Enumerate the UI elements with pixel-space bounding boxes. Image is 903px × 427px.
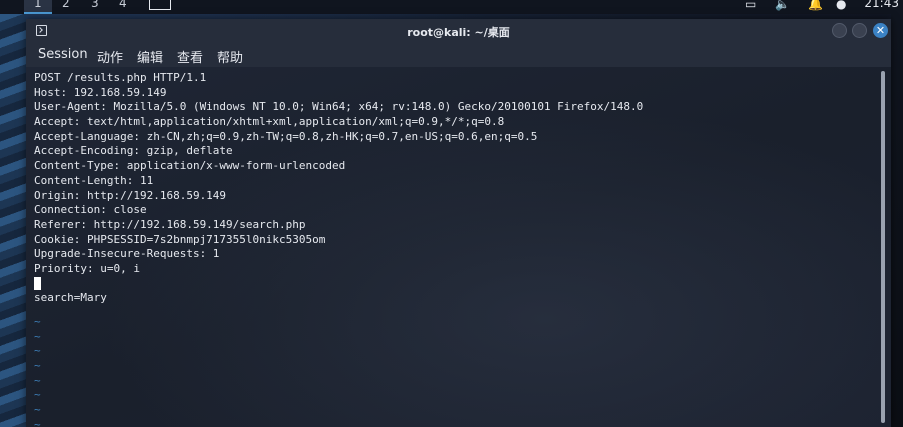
terminal-line: Connection: close	[34, 203, 147, 217]
text-cursor	[34, 277, 41, 291]
terminal-text: POST /results.php HTTP/1.1 Host: 192.168…	[34, 71, 643, 306]
tilde-marker: ~	[34, 417, 41, 427]
workspace-1[interactable]: 1	[34, 0, 42, 10]
tilde-marker: ~	[34, 388, 41, 402]
menu-session[interactable]: Session	[38, 47, 88, 62]
power-icon[interactable]: ●	[836, 0, 846, 11]
terminal-line: Content-Length: 11	[34, 173, 154, 187]
terminal-window: root@kali: ~/桌面 ✕ Session 动作 编辑 查看 帮助 PO…	[26, 19, 891, 427]
tilde-marker: ~	[34, 315, 41, 328]
terminal-line: Upgrade-Insecure-Requests: 1	[34, 247, 220, 261]
terminal-line: Cookie: PHPSESSID=7s2bnmpj717355l0nikc53…	[34, 232, 326, 246]
terminal-line: POST /results.php HTTP/1.1	[34, 71, 207, 84]
maximize-button[interactable]	[852, 23, 867, 38]
volume-icon[interactable]: 🔈	[775, 0, 790, 11]
clock[interactable]: 21:43	[864, 0, 899, 10]
terminal-line: Host: 192.168.59.149	[34, 85, 167, 99]
taskbar-window-icon[interactable]	[149, 0, 171, 10]
window-titlebar[interactable]: root@kali: ~/桌面 ✕	[26, 19, 891, 43]
minimize-button[interactable]	[832, 23, 847, 38]
menu-view[interactable]: 查看	[177, 47, 203, 66]
terminal-line: Accept-Language: zh-CN,zh;q=0.9,zh-TW;q=…	[34, 129, 538, 143]
terminal-content[interactable]: POST /results.php HTTP/1.1 Host: 192.168…	[26, 67, 891, 427]
desktop-wallpaper-left	[0, 14, 26, 427]
empty-line-markers: ~ ~ ~ ~ ~ ~ ~ ~	[34, 315, 41, 427]
menubar: Session 动作 编辑 查看 帮助	[26, 43, 891, 67]
tilde-marker: ~	[34, 329, 41, 343]
workspace-2[interactable]: 2	[62, 0, 70, 10]
tilde-marker: ~	[34, 344, 41, 358]
display-icon[interactable]: ▭	[745, 0, 756, 11]
tilde-marker: ~	[34, 373, 41, 387]
desktop-wallpaper-right	[891, 14, 903, 427]
terminal-line: Accept-Encoding: gzip, deflate	[34, 144, 233, 158]
terminal-line: search=Mary	[34, 291, 107, 305]
window-title: root@kali: ~/桌面	[407, 26, 510, 39]
terminal-line: Content-Type: application/x-www-form-url…	[34, 159, 346, 173]
notification-bell-icon[interactable]: 🔔	[808, 0, 823, 11]
terminal-line: User-Agent: Mozilla/5.0 (Windows NT 10.0…	[34, 100, 644, 114]
workspace-4[interactable]: 4	[119, 0, 127, 10]
menu-actions[interactable]: 动作	[97, 47, 123, 66]
workspace-3[interactable]: 3	[91, 0, 99, 10]
terminal-line: Origin: http://192.168.59.149	[34, 188, 227, 202]
close-button[interactable]: ✕	[873, 23, 888, 38]
terminal-line: Priority: u=0, i	[34, 261, 140, 275]
tilde-marker: ~	[34, 359, 41, 373]
menu-edit[interactable]: 编辑	[137, 47, 163, 66]
tilde-marker: ~	[34, 403, 41, 417]
terminal-line: Referer: http://192.168.59.149/search.ph…	[34, 217, 306, 231]
scrollbar[interactable]	[881, 71, 885, 423]
cursor-line	[34, 277, 643, 292]
top-panel: 1 2 3 4 ▭ 🔈 🔔 ● 21:43	[0, 0, 903, 14]
terminal-line: Accept: text/html,application/xhtml+xml,…	[34, 115, 505, 129]
menu-help[interactable]: 帮助	[217, 47, 243, 66]
